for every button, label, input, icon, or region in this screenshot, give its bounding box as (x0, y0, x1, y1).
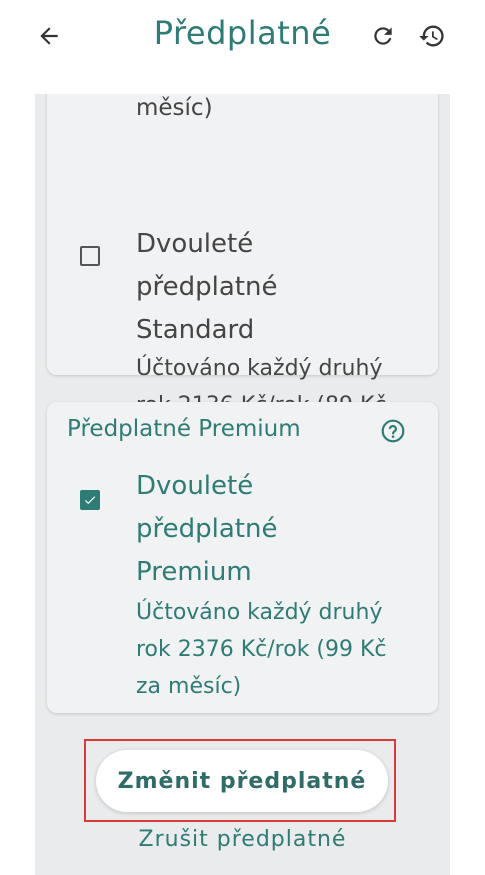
change-subscription-button[interactable]: Změnit předplatné (96, 750, 388, 812)
refresh-icon (374, 27, 392, 45)
premium-option-desc: Účtováno každý druhý rok 2376 Kč/rok (99… (136, 600, 387, 699)
standard-option-title: Dvouleté předplatné Standard (136, 229, 278, 345)
premium-section-title: Předplatné Premium (67, 416, 301, 442)
help-button[interactable] (380, 418, 406, 444)
history-button[interactable] (412, 16, 452, 56)
premium-plan-card: Předplatné Premium Dvouleté předplatné P… (47, 402, 438, 713)
premium-option-title: Dvouleté předplatné Premium (136, 471, 278, 587)
history-icon (419, 25, 444, 47)
check-icon (84, 496, 96, 505)
premium-plan-checkbox[interactable] (80, 490, 100, 510)
refresh-button[interactable] (363, 16, 403, 56)
top-app-bar: Předplatné (0, 0, 485, 94)
cancel-subscription-link[interactable]: Zrušit předplatné (35, 827, 450, 852)
standard-plan-checkbox[interactable] (80, 246, 100, 266)
help-circle-icon (381, 419, 405, 443)
subscription-list[interactable]: měsíc) Dvouleté předplatné Standard Účto… (35, 94, 450, 875)
standard-plan-card: měsíc) Dvouleté předplatné Standard Účto… (47, 94, 438, 455)
partial-previous-desc: měsíc) (136, 95, 213, 121)
